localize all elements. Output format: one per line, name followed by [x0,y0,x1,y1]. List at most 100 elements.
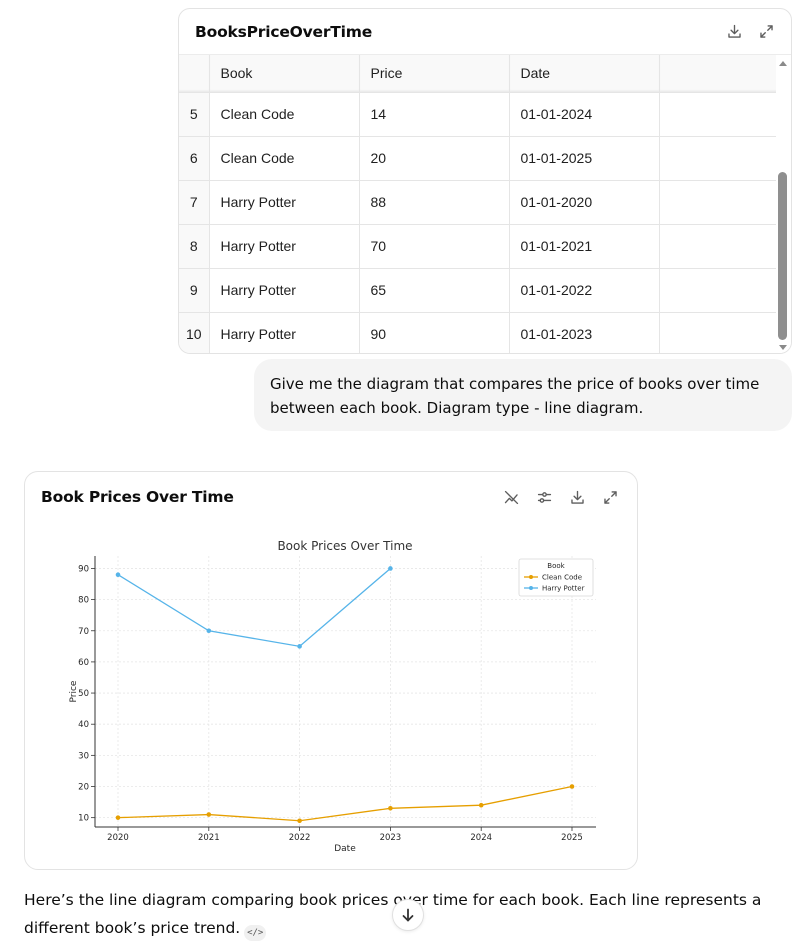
row-index: 9 [179,268,210,313]
y-tick-label: 90 [78,564,89,574]
table-title: BooksPriceOverTime [195,22,373,41]
scrollbar-thumb[interactable] [778,172,787,340]
expand-icon[interactable] [757,23,775,41]
chart-card: Book Prices Over Time 10 20 30 40 50 60 70 80 90 2… [24,471,638,870]
cell-price[interactable]: 70 [359,224,510,269]
data-point [297,818,302,824]
x-tick-label: 2024 [470,833,492,843]
y-tick-label: 60 [78,658,89,668]
data-point [206,812,212,817]
data-grid: Book Price Date 5 Clean Code 14 01-01-20… [179,55,778,353]
table-row: 5 Clean Code 14 01-01-2024 [179,92,778,137]
cell-empty [659,224,778,269]
x-tick-label: 2020 [107,833,129,843]
cell-book[interactable]: Harry Potter [209,180,360,225]
y-tick-label: 10 [78,814,89,824]
column-header-date[interactable]: Date [509,55,660,93]
cell-empty [659,136,778,181]
chart-settings-icon[interactable] [535,488,553,506]
cell-book[interactable]: Clean Code [209,92,360,137]
x-axis-label: Date [334,844,356,854]
view-code-button[interactable]: </> [244,925,267,941]
arrow-down-icon [402,908,414,922]
y-tick-label: 30 [78,751,89,761]
y-tick-label: 70 [78,627,89,637]
table-header-row: Book Price Date [179,55,778,93]
data-point [115,815,121,820]
table-card: BooksPriceOverTime Book Price Date 5 Cle… [178,8,792,354]
cell-date[interactable]: 01-01-2023 [509,312,660,353]
data-point [569,784,575,789]
cell-empty [659,92,778,137]
column-header-book[interactable]: Book [209,55,360,93]
download-icon[interactable] [568,488,586,506]
cell-price[interactable]: 65 [359,268,510,313]
data-point [478,802,484,808]
download-icon[interactable] [725,23,743,41]
row-index: 5 [179,92,210,137]
cell-empty [659,312,778,353]
table-row: 10 Harry Potter 90 01-01-2023 [179,312,778,353]
legend-label: Harry Potter [542,585,585,593]
cell-price[interactable]: 14 [359,92,510,137]
y-tick-label: 50 [78,689,89,699]
line-chart: Book Prices Over Time 10 20 30 40 50 60 70 80 90 2… [69,539,596,854]
data-point [388,566,393,571]
scroll-to-bottom-button[interactable] [392,899,424,931]
row-index: 10 [179,312,210,353]
scroll-down-arrow-icon[interactable] [779,345,787,350]
table-row: 7 Harry Potter 88 01-01-2020 [179,180,778,225]
expand-icon[interactable] [601,488,619,506]
cell-book[interactable]: Harry Potter [209,268,360,313]
cell-book[interactable]: Clean Code [209,136,360,181]
legend-marker [529,575,533,579]
data-point [115,572,121,577]
x-tick-label: 2022 [289,833,311,843]
cell-date[interactable]: 01-01-2024 [509,92,660,137]
row-index: 8 [179,224,210,269]
cell-date[interactable]: 01-01-2021 [509,224,660,269]
series-line [117,785,573,822]
table-card-actions [725,23,775,41]
cell-date[interactable]: 01-01-2020 [509,180,660,225]
chart-card-actions [502,488,619,506]
cell-price[interactable]: 88 [359,180,510,225]
legend-marker [529,586,533,590]
legend-label: Clean Code [542,574,582,582]
user-message: Give me the diagram that compares the pr… [254,359,792,431]
chart-card-header: Book Prices Over Time [41,484,619,510]
x-tick-label: 2023 [380,833,402,843]
data-point [388,806,393,811]
cell-empty [659,180,778,225]
cell-book[interactable]: Harry Potter [209,312,360,353]
legend-title: Book [547,562,565,570]
y-tick-label: 20 [78,783,89,793]
data-point [206,628,212,634]
cell-book[interactable]: Harry Potter [209,224,360,269]
y-tick-label: 40 [78,720,89,730]
table-row: 9 Harry Potter 65 01-01-2022 [179,268,778,313]
column-header-index [179,55,210,93]
cell-price[interactable]: 90 [359,312,510,353]
cell-date[interactable]: 01-01-2022 [509,268,660,313]
scroll-up-arrow-icon[interactable] [779,61,787,66]
y-tick-label: 80 [78,596,89,606]
table-card-header: BooksPriceOverTime [179,9,791,55]
series-line [117,567,391,648]
cell-date[interactable]: 01-01-2025 [509,136,660,181]
x-tick-label: 2025 [561,833,583,843]
column-header-empty [659,55,778,93]
cell-empty [659,268,778,313]
x-tick-label: 2021 [198,833,220,843]
static-chart-icon[interactable] [502,488,520,506]
table-row: 6 Clean Code 20 01-01-2025 [179,136,778,181]
row-index: 7 [179,180,210,225]
y-axis-label: Price [69,680,79,702]
column-header-price[interactable]: Price [359,55,510,93]
table-row: 8 Harry Potter 70 01-01-2021 [179,224,778,269]
chart-card-title: Book Prices Over Time [41,488,234,506]
table-scrollbar[interactable] [776,55,791,353]
cell-price[interactable]: 20 [359,136,510,181]
chart-title: Book Prices Over Time [277,539,412,553]
data-point [297,644,302,649]
